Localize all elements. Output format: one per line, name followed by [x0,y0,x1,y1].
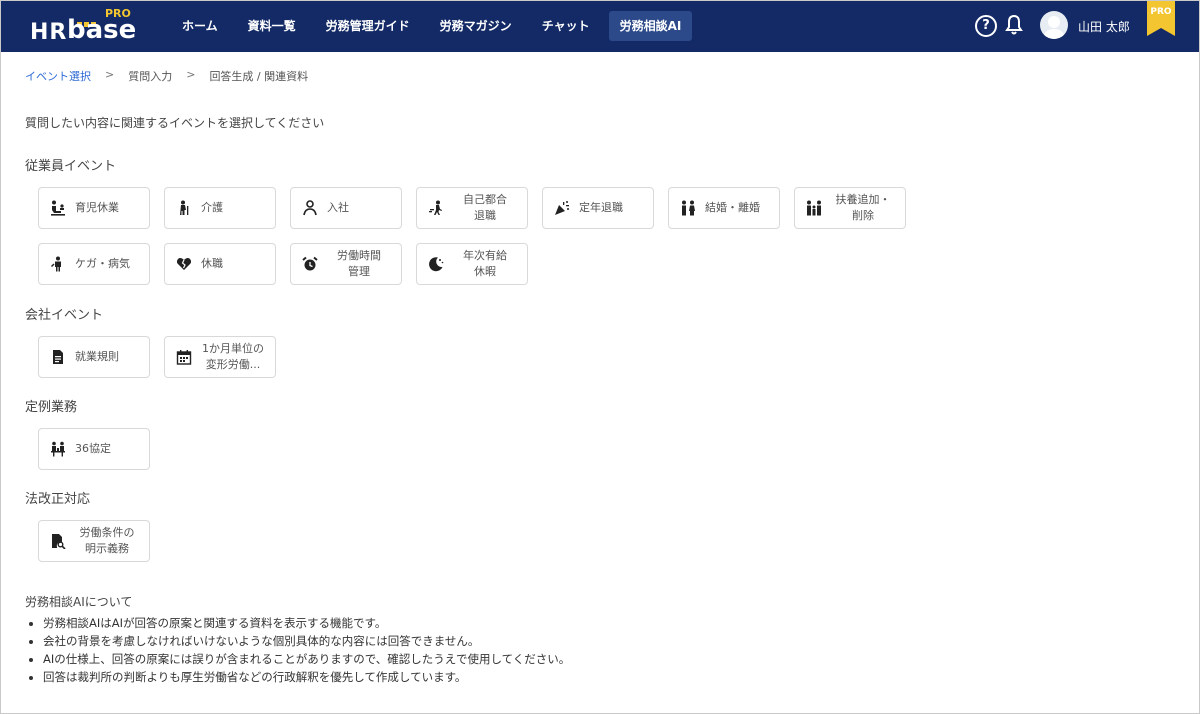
pro-badge-text: PRO [1150,7,1172,17]
pro-badge-icon: PRO [1147,1,1175,36]
law-event-grid: 労働条件の 明示義務 [38,520,1038,576]
about-item: 労務相談AIはAIが回答の原案と関連する資料を表示する機能です。 [43,614,925,632]
party-icon [554,200,570,216]
breadcrumb-question-input: 質問入力 [128,70,173,83]
logo-pro-text: PRO [105,7,131,20]
alarm-icon [302,256,318,272]
app-frame: HR base PRO ホーム 資料一覧 労務管理ガイド 労務マガジン チャット… [0,0,1200,714]
event-working-condition-disclosure[interactable]: 労働条件の 明示義務 [38,520,150,562]
about-item: 会社の背景を考慮しなければいけないような個別具体的な内容には回答できません。 [43,632,925,650]
event-label: 就業規則 [75,350,119,363]
event-label: 定年退職 [579,201,623,214]
breadcrumb-answer: 回答生成 / 関連資料 [209,70,309,83]
event-label: 36協定 [75,442,111,455]
walk-out-icon [428,200,444,216]
event-article-36-agreement[interactable]: 36協定 [38,428,150,470]
top-header: HR base PRO ホーム 資料一覧 労務管理ガイド 労務マガジン チャット… [1,1,1199,52]
event-annual-leave[interactable]: 年次有給 休暇 [416,243,528,285]
event-working-hours[interactable]: 労働時間 管理 [290,243,402,285]
file-search-icon [50,533,66,549]
user-name[interactable]: 山田 太郎 [1078,18,1130,35]
event-dependent-change[interactable]: 扶養追加・ 削除 [794,187,906,229]
event-label: 休職 [201,257,223,270]
about-title: 労務相談AIについて [25,595,133,609]
breadcrumb: イベント選択 > 質問入力 > 回答生成 / 関連資料 [25,68,308,84]
breadcrumb-separator: > [186,68,196,81]
breadcrumb-separator: > [105,68,115,81]
elderly-icon [176,200,192,216]
routine-event-grid: 36協定 [38,428,1038,484]
event-label: 介護 [201,201,223,214]
event-label: 1か月単位の 変形労働... [202,342,264,371]
bell-icon[interactable] [1005,14,1023,36]
about-item: 回答は裁判所の判断よりも厚生労働省などの行政解釈を優先して作成しています。 [43,668,925,686]
company-event-grid: 就業規則 1か月単位の 変形労働... [38,336,1038,392]
section-title-routine: 定例業務 [25,400,78,415]
couple-icon [680,200,696,216]
moon-icon [428,256,444,272]
event-label: 自己都合 退職 [463,193,507,222]
event-label: 年次有給 休暇 [463,249,507,278]
family-icon [806,200,822,216]
event-label: 労働時間 管理 [337,249,381,278]
nav-home[interactable]: ホーム [171,11,229,41]
event-label: 育児休業 [75,201,119,214]
event-label: 入社 [327,201,349,214]
event-retirement[interactable]: 定年退職 [542,187,654,229]
section-title-law-revision: 法改正対応 [25,492,91,507]
avatar-icon[interactable] [1040,11,1068,39]
section-title-employee: 従業員イベント [25,159,117,174]
breadcrumb-event-select[interactable]: イベント選択 [25,68,91,84]
event-label: 扶養追加・ 削除 [835,193,891,222]
event-label: 結婚・離婚 [705,201,760,214]
event-voluntary-resignation[interactable]: 自己都合 退職 [416,187,528,229]
event-injury-illness[interactable]: ケガ・病気 [38,243,150,285]
event-label: 労働条件の 明示義務 [79,526,135,555]
logo-hr-text: HR [30,20,68,45]
childcare-icon [50,200,66,216]
nav-labor-magazine[interactable]: 労務マガジン [429,11,523,41]
meeting-icon [50,441,66,457]
nav-labor-guide[interactable]: 労務管理ガイド [315,11,421,41]
event-nursing-care[interactable]: 介護 [164,187,276,229]
event-label: ケガ・病気 [75,257,130,270]
document-icon [50,349,66,365]
event-marriage-divorce[interactable]: 結婚・離婚 [668,187,780,229]
help-icon[interactable]: ? [975,15,997,37]
event-joining[interactable]: 入社 [290,187,402,229]
person-icon [302,200,318,216]
injury-icon [50,256,66,272]
calendar-icon [176,349,192,365]
nav-documents[interactable]: 資料一覧 [237,11,307,41]
hr-base-logo[interactable]: HR base PRO [30,7,136,45]
event-childcare-leave[interactable]: 育児休業 [38,187,150,229]
instruction-text: 質問したい内容に関連するイベントを選択してください [25,116,325,130]
event-leave-of-absence[interactable]: 休職 [164,243,276,285]
about-list: 労務相談AIはAIが回答の原案と関連する資料を表示する機能です。 会社の背景を考… [25,614,925,686]
section-title-company: 会社イベント [25,308,104,323]
event-work-rules[interactable]: 就業規則 [38,336,150,378]
nav-labor-ai[interactable]: 労務相談AI [608,11,693,41]
about-item: AIの仕様上、回答の原案には誤りが含まれることがありますので、確認したうえで使用… [43,650,925,668]
event-variable-working-hours[interactable]: 1か月単位の 変形労働... [164,336,276,378]
main-nav: ホーム 資料一覧 労務管理ガイド 労務マガジン チャット 労務相談AI [171,10,700,42]
broken-heart-icon [176,256,192,272]
about-labor-ai: 労務相談AIについて 労務相談AIはAIが回答の原案と関連する資料を表示する機能… [25,593,925,686]
employee-event-grid: 育児休業 介護 入社 自己都合 退職 定年退職 結婚・離婚 扶養追加・ 削除 ケ… [38,187,1038,299]
nav-chat[interactable]: チャット [531,11,601,41]
